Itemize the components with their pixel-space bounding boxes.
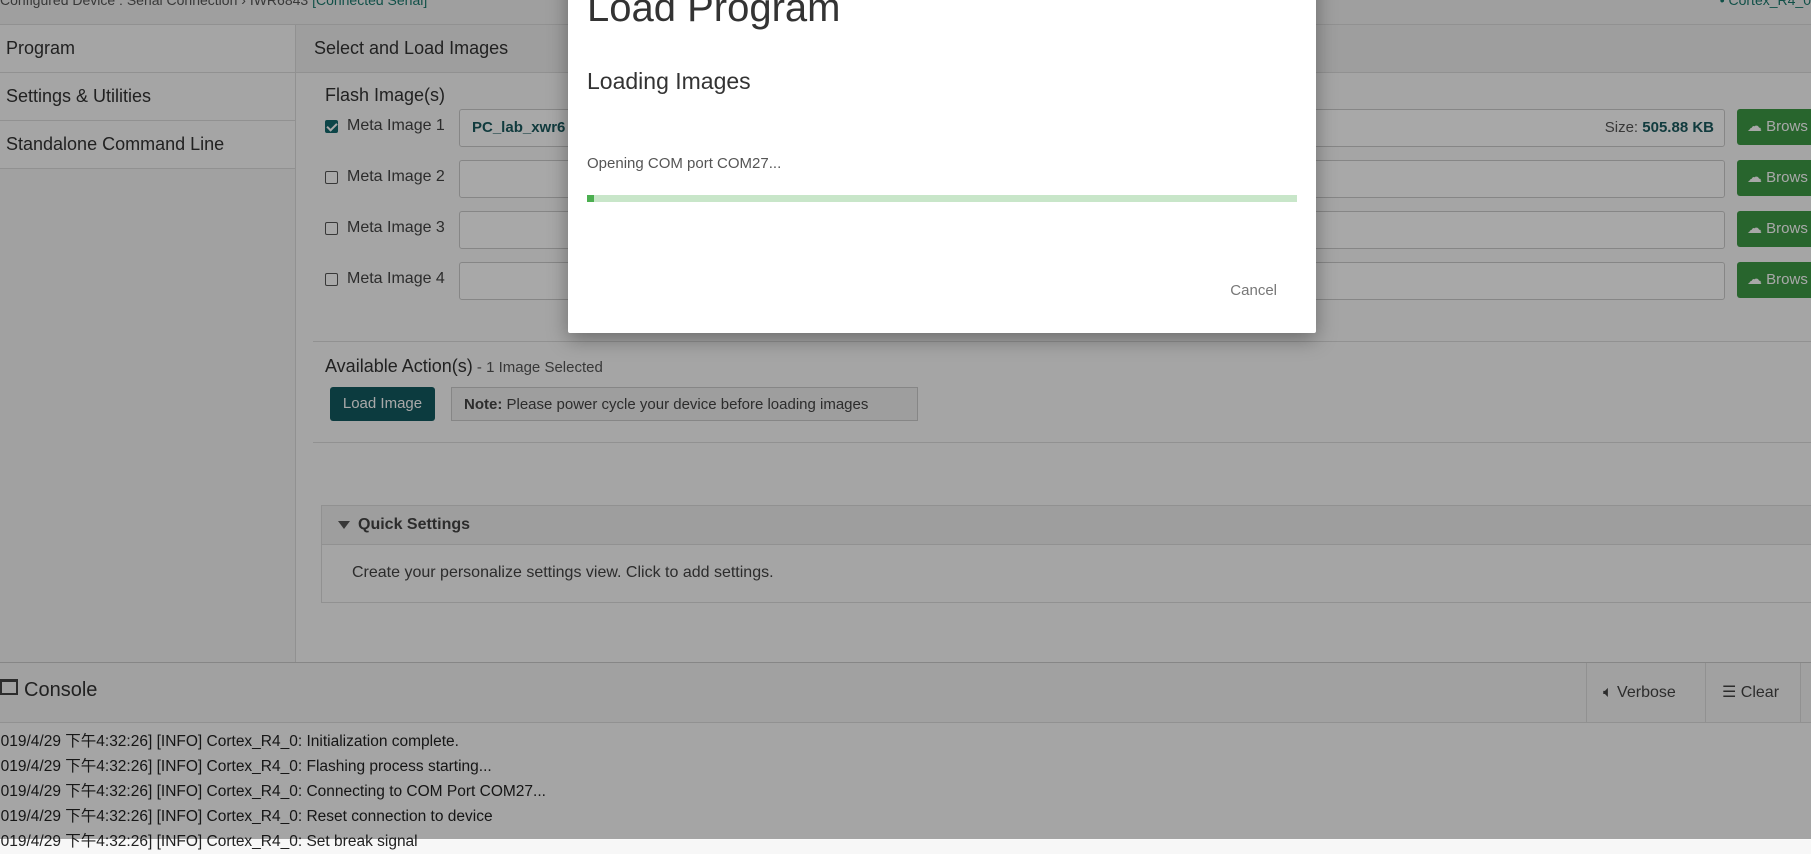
cancel-button[interactable]: Cancel (1230, 282, 1277, 299)
loading-progress-bar (587, 195, 1297, 202)
dialog-status-text: Opening COM port COM27... (587, 155, 781, 172)
dialog-title: Load Program (587, 0, 840, 31)
progress-fill (587, 195, 594, 202)
dialog-subtitle: Loading Images (587, 68, 751, 95)
load-program-dialog: Load Program Loading Images Opening COM … (568, 0, 1316, 333)
